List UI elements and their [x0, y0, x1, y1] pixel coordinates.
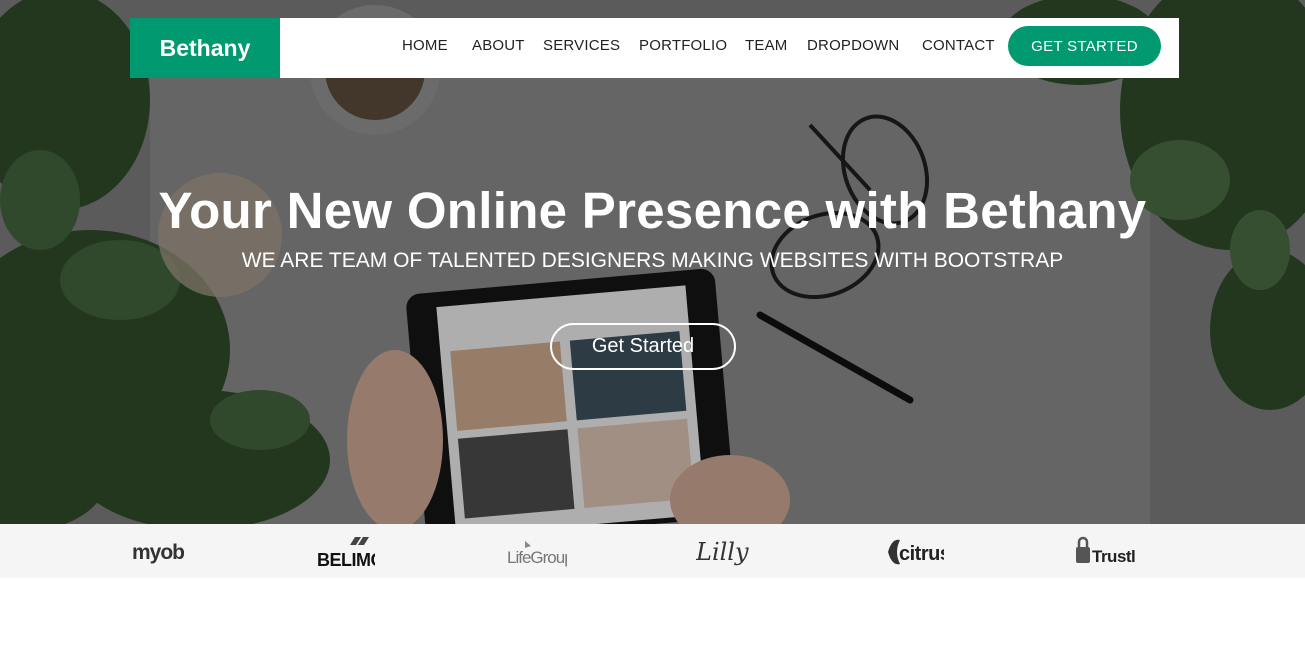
nav-item-about[interactable]: ABOUT [472, 37, 525, 54]
nav-item-contact[interactable]: CONTACT [922, 37, 995, 54]
client-logo-belimo[interactable]: BELIMO [317, 534, 375, 570]
svg-text:myob: myob [132, 541, 184, 564]
site-header: Bethany HOME ABOUT SERVICES PORTFOLIO TE… [130, 18, 1179, 78]
client-logo-citrus[interactable]: citrus [886, 534, 944, 570]
nav-item-portfolio[interactable]: PORTFOLIO [639, 37, 727, 54]
nav-item-home[interactable]: HOME [402, 37, 448, 54]
client-logo-myob[interactable]: myob [132, 534, 184, 570]
nav-item-dropdown[interactable]: DROPDOWN [807, 37, 899, 54]
client-logo-lifegroups[interactable]: LifeGroups [507, 534, 567, 570]
nav-item-team[interactable]: TEAM [745, 37, 787, 54]
client-logo-trustly[interactable]: Trustly [1075, 534, 1135, 570]
get-started-nav-button[interactable]: GET STARTED [1008, 26, 1161, 66]
clients-section: myob BELIMO LifeGroups Lilly citrus [0, 524, 1305, 578]
main-nav: HOME ABOUT SERVICES PORTFOLIO TEAM DROPD… [130, 18, 1179, 78]
belimo-logo: BELIMO [317, 537, 375, 569]
nav-item-services[interactable]: SERVICES [543, 37, 620, 54]
svg-text:citrus: citrus [899, 543, 944, 565]
svg-text:LifeGroups: LifeGroups [507, 548, 567, 567]
hero-section: Bethany HOME ABOUT SERVICES PORTFOLIO TE… [0, 0, 1305, 524]
hero-title: Your New Online Presence with Bethany [158, 182, 1147, 239]
lilly-logo: Lilly [696, 538, 749, 566]
hero-subtitle: WE ARE TEAM OF TALENTED DESIGNERS MAKING… [241, 249, 1064, 272]
lifegroups-logo: LifeGroups [507, 541, 567, 567]
citrus-logo: citrus [888, 539, 944, 565]
hero-get-started-button[interactable]: Get Started [550, 323, 736, 370]
svg-text:BELIMO: BELIMO [317, 550, 375, 569]
svg-text:Lilly: Lilly [696, 538, 749, 566]
trustly-logo: Trustly [1076, 536, 1135, 566]
myob-logo: myob [132, 541, 184, 564]
svg-text:Trustly: Trustly [1092, 547, 1135, 566]
client-logo-lilly[interactable]: Lilly [696, 534, 754, 570]
